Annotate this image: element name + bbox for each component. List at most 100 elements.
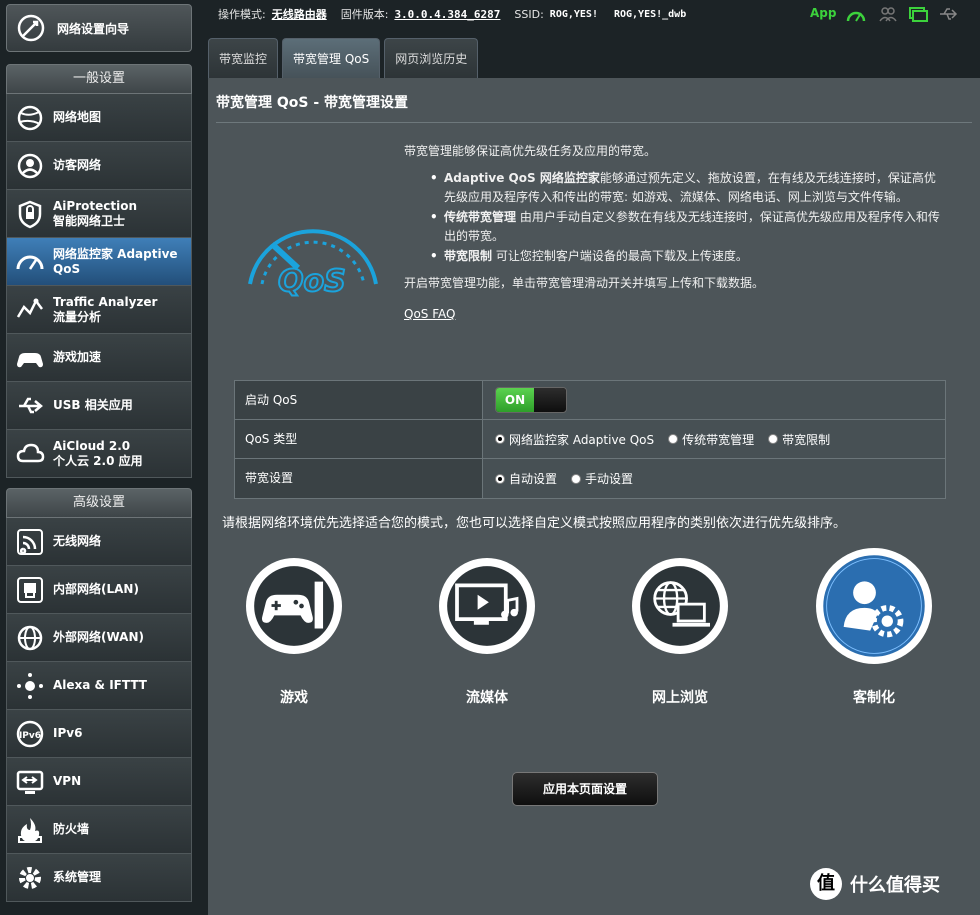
ssid-link-1[interactable]: ROG,YES! bbox=[550, 9, 598, 20]
operation-mode-link[interactable]: 无线路由器 bbox=[272, 6, 327, 22]
ipv6-icon: IPv6 bbox=[16, 720, 44, 747]
map-icon bbox=[17, 105, 43, 130]
sidebar-advanced-item-1[interactable]: 内部网络(LAN) bbox=[6, 566, 192, 614]
toggle-on-label: ON bbox=[496, 388, 534, 412]
users-icon[interactable] bbox=[878, 5, 898, 23]
sidebar-item-label: 游戏加速 bbox=[53, 350, 102, 364]
bandwidth-setting-label: 带宽设置 bbox=[235, 459, 483, 498]
sidebar-item-label: 访客网络 bbox=[53, 158, 102, 172]
tab-web-history[interactable]: 网页浏览历史 bbox=[384, 38, 479, 78]
shield-icon bbox=[18, 200, 42, 228]
sidebar-advanced-item-0[interactable]: 无线网络 bbox=[6, 518, 192, 566]
sidebar-general-item-3[interactable]: 网络监控家 Adaptive QoS bbox=[6, 238, 192, 286]
mode-gaming[interactable]: 游戏 bbox=[234, 558, 354, 707]
tab-qos[interactable]: 带宽管理 QoS bbox=[282, 38, 381, 78]
page-title: 带宽管理 QoS - 带宽管理设置 bbox=[216, 95, 409, 111]
sidebar-advanced-item-7[interactable]: 系统管理 bbox=[6, 854, 192, 902]
firmware-label: 固件版本: bbox=[340, 8, 389, 21]
sidebar-general-item-2[interactable]: AiProtection 智能网络卫士 bbox=[6, 190, 192, 238]
radio-manual-setting[interactable] bbox=[571, 473, 582, 484]
feature-bandwidth-limit: 带宽限制 可让您控制客户端设备的最高下载及上传速度。 bbox=[430, 247, 944, 266]
wireless-icon bbox=[17, 528, 43, 555]
general-settings-header: 一般设置 bbox=[6, 64, 192, 94]
general-settings-menu: 网络地图访客网络 AiProtection 智能网络卫士网络监控家 Adaptiv… bbox=[6, 94, 192, 478]
radio-manual-setting-label[interactable]: 手动设置 bbox=[585, 470, 633, 487]
firmware-link[interactable]: 3.0.0.4.384_6287 bbox=[394, 8, 500, 21]
sidebar-item-label: 内部网络(LAN) bbox=[53, 582, 139, 596]
sidebar-item-label: 系统管理 bbox=[53, 870, 102, 884]
cloud-icon bbox=[16, 443, 45, 462]
guest-network-icon bbox=[17, 153, 43, 178]
sidebar-general-item-0[interactable]: 网络地图 bbox=[6, 94, 192, 142]
bandwidth-setting-row: 带宽设置 自动设置 手动设置 bbox=[235, 459, 945, 498]
enable-qos-toggle[interactable]: ON bbox=[495, 387, 567, 413]
sidebar-advanced-item-4[interactable]: IPv6 IPv6 bbox=[6, 710, 192, 758]
toggle-knob bbox=[534, 388, 566, 412]
apply-settings-button[interactable]: 应用本页面设置 bbox=[512, 772, 658, 806]
sidebar-general-item-5[interactable]: 游戏加速 bbox=[6, 334, 192, 382]
sidebar-item-label: Alexa & IFTTT bbox=[53, 678, 147, 692]
network-icon[interactable] bbox=[908, 5, 928, 23]
radio-bandwidth-limit[interactable] bbox=[768, 434, 779, 444]
enable-hint: 开启带宽管理功能，单击带宽管理滑动开关并填写上传和下载数据。 bbox=[404, 276, 765, 290]
tab-bandwidth-monitor[interactable]: 带宽监控 bbox=[208, 38, 279, 78]
sidebar-general-item-4[interactable]: Traffic Analyzer 流量分析 bbox=[6, 286, 192, 334]
connection-status-icon[interactable] bbox=[846, 5, 866, 23]
mode-streaming[interactable]: 流媒体 bbox=[427, 558, 547, 707]
sidebar-item-label: 防火墙 bbox=[53, 822, 90, 836]
sidebar-general-item-7[interactable]: AiCloud 2.0 个人云 2.0 应用 bbox=[6, 430, 192, 478]
sidebar-advanced-item-6[interactable]: 防火墙 bbox=[6, 806, 192, 854]
intro-section: 带宽管理能够保证高优先级任务及应用的带宽。 Adaptive QoS 网络监控家… bbox=[404, 142, 944, 324]
mode-customize[interactable]: 客制化 bbox=[814, 548, 934, 707]
usb-icon[interactable] bbox=[938, 5, 958, 23]
customize-icon bbox=[816, 548, 932, 664]
qos-gauge-icon bbox=[16, 255, 44, 270]
qos-settings-table: 启动 QoS ON QoS 类型 网络监控家 Adaptive QoS 传统带宽… bbox=[234, 380, 946, 499]
qos-logo-text: QoS bbox=[278, 264, 346, 299]
intro-text: 带宽管理能够保证高优先级任务及应用的带宽。 bbox=[404, 144, 657, 158]
sidebar-item-label: 网络地图 bbox=[53, 110, 102, 124]
advanced-settings-menu: 无线网络内部网络(LAN) 外部网络(WAN) Alexa & IFTTT IPv6 I… bbox=[6, 518, 192, 902]
ssid-link-2[interactable]: ROG,YES!_dwb bbox=[614, 9, 686, 20]
feature-list: Adaptive QoS 网络监控家能够通过预先定义、拖放设置，在有线及无线连接… bbox=[430, 169, 944, 266]
sidebar-item-label: 网络监控家 Adaptive QoS bbox=[53, 246, 178, 276]
mode-streaming-label: 流媒体 bbox=[466, 690, 508, 706]
lan-icon bbox=[17, 576, 43, 603]
qos-type-label: QoS 类型 bbox=[235, 420, 483, 458]
traffic-icon bbox=[16, 298, 43, 318]
ssid-label: SSID: bbox=[514, 7, 544, 21]
sidebar-item-label: USB 相关应用 bbox=[53, 398, 133, 412]
radio-adaptive-qos-label[interactable]: 网络监控家 Adaptive QoS bbox=[509, 431, 654, 448]
mode-web-browsing-label: 网上浏览 bbox=[652, 690, 708, 706]
network-setup-wizard-button[interactable]: 网络设置向导 bbox=[6, 4, 192, 52]
media-icon bbox=[439, 558, 535, 654]
mode-customize-label: 客制化 bbox=[853, 690, 895, 706]
radio-auto-setting[interactable] bbox=[495, 473, 505, 484]
gamepad-icon bbox=[17, 352, 43, 367]
sidebar-advanced-item-5[interactable]: VPN bbox=[6, 758, 192, 806]
sidebar-general-item-6[interactable]: USB 相关应用 bbox=[6, 382, 192, 430]
radio-traditional-qos-label[interactable]: 传统带宽管理 bbox=[682, 431, 754, 448]
sidebar-general-item-1[interactable]: 访客网络 bbox=[6, 142, 192, 190]
tab-bar: 带宽监控 带宽管理 QoS 网页浏览历史 bbox=[208, 38, 479, 78]
sidebar-advanced-item-3[interactable]: Alexa & IFTTT bbox=[6, 662, 192, 710]
radio-traditional-qos[interactable] bbox=[668, 434, 679, 444]
radio-adaptive-qos[interactable] bbox=[495, 434, 505, 444]
radio-bandwidth-limit-label[interactable]: 带宽限制 bbox=[782, 431, 830, 448]
operation-mode-label: 操作模式: bbox=[218, 8, 266, 21]
radio-auto-setting-label[interactable]: 自动设置 bbox=[509, 470, 557, 487]
watermark-badge: 值 bbox=[810, 868, 842, 900]
qos-mode-selector: 游戏 流媒体 网上浏览 客制化 bbox=[244, 548, 944, 706]
wizard-label: 网络设置向导 bbox=[57, 21, 130, 36]
sidebar-advanced-item-2[interactable]: 外部网络(WAN) bbox=[6, 614, 192, 662]
firewall-icon bbox=[18, 817, 42, 843]
advanced-settings-header: 高级设置 bbox=[6, 488, 192, 518]
gamepad-icon bbox=[246, 558, 342, 654]
mode-web-browsing[interactable]: 网上浏览 bbox=[620, 558, 740, 707]
main-panel: 带宽管理 QoS - 带宽管理设置 QoS 带宽管理能够保证高优先级任务及应用的… bbox=[208, 78, 980, 915]
vpn-icon bbox=[16, 770, 44, 794]
app-link[interactable]: App bbox=[810, 6, 836, 20]
qos-faq-link[interactable]: QoS FAQ bbox=[404, 305, 455, 324]
title-divider bbox=[216, 122, 972, 123]
enable-qos-row: 启动 QoS ON bbox=[235, 381, 945, 420]
